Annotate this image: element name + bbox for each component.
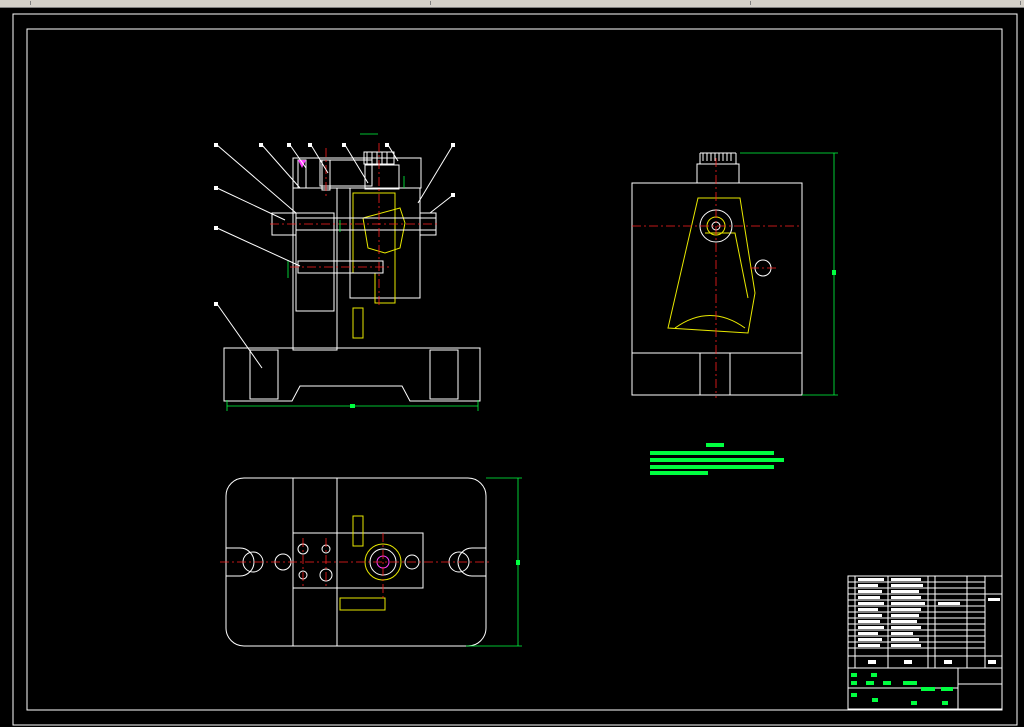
toolbar-segment[interactable] bbox=[430, 1, 751, 5]
toolbar-segment[interactable] bbox=[750, 1, 1021, 5]
toolbar-segment[interactable] bbox=[0, 1, 31, 5]
title-block bbox=[847, 575, 1003, 710]
toolbar-segment[interactable] bbox=[30, 1, 431, 5]
sheet-inner-frame bbox=[26, 28, 1003, 711]
application-toolbar-strip bbox=[0, 0, 1024, 8]
cad-drawing-canvas[interactable] bbox=[0, 8, 1024, 727]
technical-requirements-note bbox=[650, 443, 784, 475]
side-view bbox=[631, 152, 838, 398]
front-section-view bbox=[214, 133, 481, 411]
top-view bbox=[220, 477, 522, 647]
